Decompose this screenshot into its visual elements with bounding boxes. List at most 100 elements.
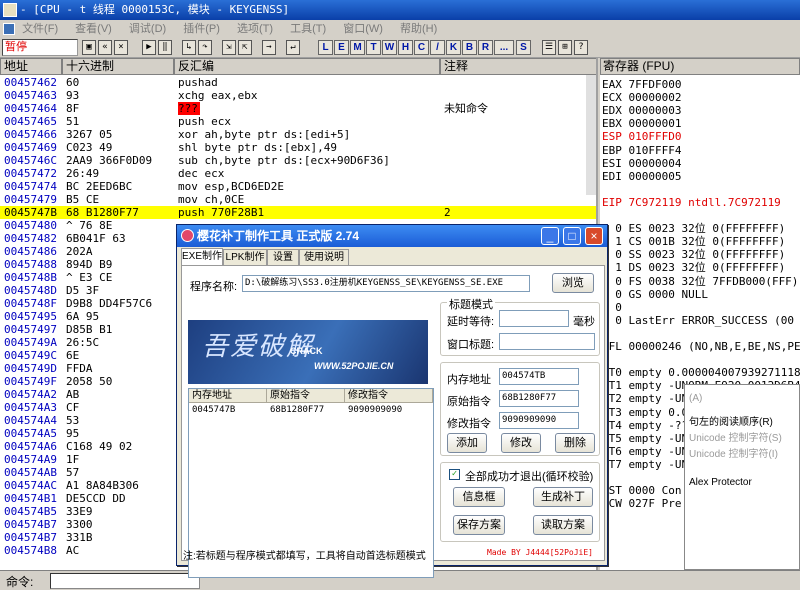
context-menu-item[interactable]: (A) — [689, 393, 702, 404]
register-line[interactable]: ST3 empty 0.0 — [602, 406, 688, 419]
menu-options[interactable]: 选项(T) — [237, 23, 273, 35]
register-line[interactable]: FST 0000 Con — [602, 484, 681, 497]
registers-header[interactable]: 寄存器 (FPU) — [600, 58, 800, 75]
run-icon[interactable]: ▶ — [142, 40, 156, 55]
register-line[interactable]: EBP 010FFFF4 — [602, 144, 681, 157]
vertical-scrollbar[interactable] — [586, 75, 596, 195]
maximize-button[interactable]: □ — [563, 227, 581, 245]
minimize-button[interactable]: _ — [541, 227, 559, 245]
register-line[interactable]: EBX 00000001 — [602, 117, 681, 130]
toolbar-btn-memory[interactable]: M — [350, 40, 365, 55]
register-line[interactable]: ECX 00000002 — [602, 91, 681, 104]
menu-view[interactable]: 查看(V) — [75, 23, 112, 35]
register-line[interactable]: ESP 010FFFD0 — [602, 130, 681, 143]
trace-over-icon[interactable]: ⇱ — [238, 40, 252, 55]
info-box-button[interactable]: 信息框 — [453, 487, 505, 507]
context-menu-item[interactable]: Unicode 控制字符(I) — [689, 445, 778, 460]
disassembly-row[interactable]: 00457479 B5 CE mov ch,0CE — [0, 193, 596, 206]
disassembly-row[interactable]: 00457462 60 pushad — [0, 76, 596, 89]
register-line[interactable]: ST0 empty 0.0000040079392711189 — [602, 366, 800, 379]
toolbar-btn-threads[interactable]: T — [366, 40, 381, 55]
toolbar-btn-log[interactable]: L — [318, 40, 333, 55]
context-menu-item[interactable]: 句左的阅读顺序(R) — [689, 413, 773, 428]
mod-instr-input[interactable]: 9090909090 — [499, 412, 579, 429]
register-line[interactable]: ESI 00000004 — [602, 157, 681, 170]
execute-till-return-icon[interactable]: → — [262, 40, 276, 55]
menu-help[interactable]: 帮助(H) — [400, 23, 437, 35]
tab-help[interactable]: 使用说明 — [299, 249, 349, 265]
column-header-disasm[interactable]: 反汇编 — [174, 58, 440, 75]
register-line[interactable]: A 0 SS 0023 32位 0(FFFFFFFF) — [602, 248, 785, 261]
command-input[interactable] — [50, 573, 200, 589]
exit-check-checkbox[interactable]: ✓ — [449, 469, 460, 480]
window-title-bar[interactable]: - [CPU - t 线程 0000153C, 模块 - KEYGENSS] — [0, 0, 800, 20]
register-line[interactable]: ST6 empty -UN — [602, 445, 688, 458]
generate-patch-button[interactable]: 生成补丁 — [533, 487, 593, 507]
disassembly-row[interactable]: 00457463 93 xchg eax,ebx — [0, 89, 596, 102]
table-cell-original[interactable]: 68B1280F77 — [267, 404, 324, 417]
save-scheme-button[interactable]: 保存方案 — [453, 515, 505, 535]
toolbar-btn-patches[interactable]: / — [430, 40, 445, 55]
menu-window[interactable]: 窗口(W) — [343, 23, 383, 35]
mem-address-input[interactable]: 004574TB — [499, 368, 579, 385]
disassembly-row[interactable]: 0045747B 68 B1280F77 push 770F28B1 2 — [0, 206, 596, 219]
step-over-icon[interactable]: ↷ — [198, 40, 212, 55]
add-button[interactable]: 添加 — [447, 433, 487, 453]
disassembly-row[interactable]: 00457469 C023 49 shl byte ptr ds:[ebx],49 — [0, 141, 596, 154]
window-title-input[interactable] — [499, 333, 595, 350]
register-line[interactable]: P 1 CS 001B 32位 0(FFFFFFFF) — [602, 235, 785, 248]
step-into-icon[interactable]: ↳ — [182, 40, 196, 55]
tab-settings[interactable]: 设置 — [267, 249, 299, 265]
disassembly-row[interactable]: 00457466 3267 05 xor ah,byte ptr ds:[edi+5… — [0, 128, 596, 141]
menu-debug[interactable]: 调试(D) — [129, 23, 166, 35]
tab-exe[interactable]: EXE制作 — [181, 248, 223, 266]
disassembly-row[interactable]: 0045746C 2AA9 366F0D09 sub ch,byte ptr ds:… — [0, 154, 596, 167]
options-icon[interactable]: ⊞ — [558, 40, 572, 55]
register-line[interactable]: EDI 00000005 — [602, 170, 681, 183]
menu-plugins[interactable]: 插件(P) — [183, 23, 220, 35]
help-icon[interactable]: ? — [574, 40, 588, 55]
register-line[interactable]: FCW 027F Pre — [602, 497, 681, 510]
register-line[interactable]: T 0 GS 0000 NULL — [602, 288, 708, 301]
trace-into-icon[interactable]: ⇲ — [222, 40, 236, 55]
delete-button[interactable]: 删除 — [555, 433, 595, 453]
restart-icon[interactable]: « — [98, 40, 112, 55]
menu-file[interactable]: 文件(F) — [22, 23, 58, 35]
table-cell-address[interactable]: 0045747B — [189, 404, 235, 417]
column-header-hex[interactable]: 十六进制 — [62, 58, 174, 75]
toolbar-btn-callstack[interactable]: K — [446, 40, 461, 55]
register-line[interactable]: ST5 empty -UN — [602, 432, 688, 445]
open-icon[interactable]: ▣ — [82, 40, 96, 55]
pause-icon[interactable]: ‖ — [158, 40, 172, 55]
toolbar-btn-source[interactable]: S — [516, 40, 531, 55]
close-program-icon[interactable]: × — [114, 40, 128, 55]
tab-lpk[interactable]: LPK制作 — [223, 249, 267, 265]
register-line[interactable]: S 0 FS 0038 32位 7FFDB000(FFF) — [602, 275, 798, 288]
toolbar-btn-windows[interactable]: W — [382, 40, 397, 55]
program-path-input[interactable]: D:\破解练习\SS3.0注册机KEYGENSS_SE\KEYGENSS_SE.… — [242, 275, 530, 292]
goto-icon[interactable]: ↵ — [286, 40, 300, 55]
table-cell-modified[interactable]: 9090909090 — [345, 404, 402, 417]
column-header-comment[interactable]: 注释 — [440, 58, 596, 75]
register-line[interactable]: EAX 7FFDF000 — [602, 78, 681, 91]
disassembly-row[interactable]: 00457464 8F??? 未知命令 — [0, 102, 596, 115]
close-button[interactable]: × — [585, 227, 603, 245]
register-line[interactable]: C 0 ES 0023 32位 0(FFFFFFFF) — [602, 222, 785, 235]
table-header-original[interactable]: 原始指令 — [267, 389, 345, 403]
toolbar-btn-references[interactable]: R — [478, 40, 493, 55]
column-header-address[interactable]: 地址 — [0, 58, 62, 75]
menu-tools[interactable]: 工具(T) — [290, 23, 326, 35]
browse-button[interactable]: 浏览 — [552, 273, 594, 293]
toolbar-btn-handles[interactable]: H — [398, 40, 413, 55]
toolbar-btn-runtrace[interactable]: ... — [494, 40, 514, 55]
toolbar-btn-breakpoints[interactable]: B — [462, 40, 477, 55]
delay-input[interactable] — [499, 310, 569, 327]
disassembly-row[interactable]: 00457474 BC 2EED6BC mov esp,BCD6ED2E — [0, 180, 596, 193]
disassembly-row[interactable]: 00457465 51 push ecx — [0, 115, 596, 128]
register-line[interactable]: Z 1 DS 0023 32位 0(FFFFFFFF) — [602, 261, 785, 274]
disassembly-row[interactable]: 00457472 26:49 dec ecx — [0, 167, 596, 180]
register-line[interactable]: ST7 empty -UN — [602, 458, 688, 471]
context-menu-item[interactable]: Unicode 控制字符(S) — [689, 429, 782, 444]
load-scheme-button[interactable]: 读取方案 — [533, 515, 593, 535]
register-line[interactable]: ST4 empty -?? — [602, 419, 688, 432]
